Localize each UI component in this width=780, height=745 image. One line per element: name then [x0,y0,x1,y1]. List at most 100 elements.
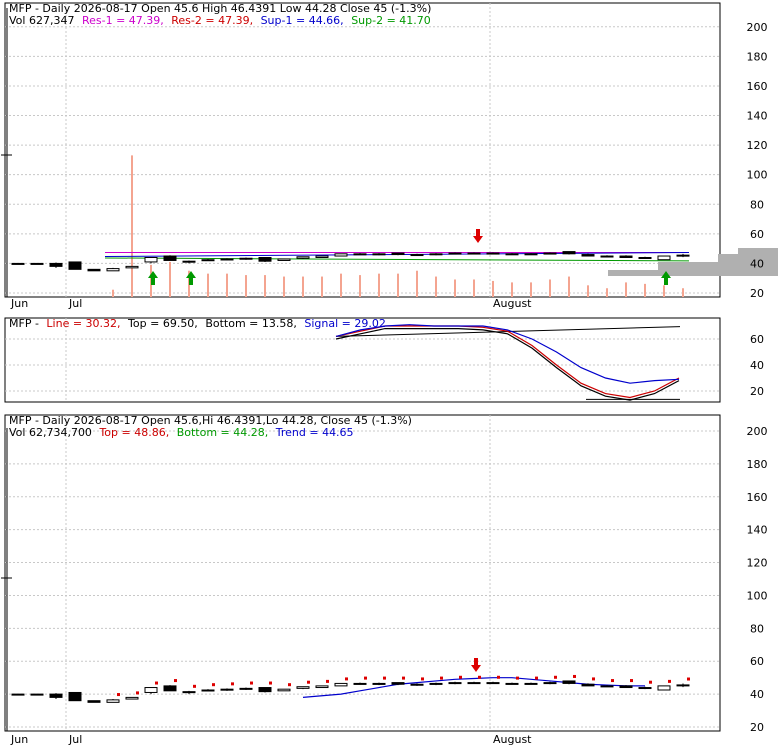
candle-up [106,268,120,272]
trend-marker [383,676,386,680]
candle-down [49,262,63,267]
candle-up [505,253,519,256]
trend-header-line2: Vol 62,734,700 Top = 48.86, Bottom = 44.… [9,426,354,439]
candle-up [429,253,443,256]
trend-candles [11,680,690,703]
trend-marker [573,674,576,678]
candle-up [448,252,462,255]
trend-tick-label: 80 [750,622,764,635]
osc-top-label: Top = 69.50, [127,317,198,330]
candle-down [543,252,557,255]
candle-up [106,699,120,703]
candle-up [315,685,329,689]
down-arrow [471,658,481,672]
candle-up [30,262,44,265]
trend-marker [440,676,443,680]
volume-bar [606,288,608,297]
candle-down [543,682,557,685]
candle-down [562,680,576,684]
trend-marker [687,677,690,681]
trend-marker [326,679,329,683]
volume-bar [112,289,114,297]
candle-up [524,682,538,685]
candle-up [505,682,519,685]
trend-marker [497,675,500,679]
volume-bar [549,279,551,297]
x-axis-labels: Jun Jun Jul Jul August August [10,297,532,745]
candle-down [163,685,177,692]
trend-tick-label: 60 [750,655,764,668]
trend-tick-label: 40 [750,688,764,701]
volume-bar [359,275,361,297]
price-grid [1,3,720,731]
trend-marker [155,681,158,685]
volume-bar [207,273,209,297]
trend-marker [421,677,424,681]
candle-up [239,257,253,260]
candle-up [467,682,481,685]
candle-down [391,682,405,685]
candle-up [144,687,158,693]
trend-marker [231,682,234,686]
candle-up [182,260,196,263]
candle-up [448,682,462,685]
price-tick-label: 160 [747,80,768,93]
volume-bar [283,276,285,297]
volume-bar [245,275,247,297]
volume-bar [473,279,475,297]
volume-bar [454,279,456,297]
osc-ticker: MFP - [9,317,39,330]
volume-bar [131,155,133,297]
trend-marker [630,679,633,683]
x-label: Jul [68,733,82,745]
res2-label: Res-2 = 47.39, [171,14,253,27]
trend-marker [611,679,614,683]
volume-bar [511,282,513,297]
volume-bar [644,283,646,297]
price-tick-label: 100 [747,169,768,182]
candle-down [68,691,82,702]
candle-down [638,257,652,260]
volume-bar [568,276,570,297]
candle-up [486,252,500,255]
up-arrow [148,271,158,285]
osc-tick-label: 60 [750,333,764,346]
trend-marker [592,677,595,681]
oscillator-grid [5,338,720,392]
candle-down [220,258,234,261]
trend-marker [364,676,367,680]
candle-up [144,257,158,263]
osc-tick-label: 20 [750,385,764,398]
candle-down [258,687,272,693]
candle-up [11,693,25,696]
candle-down [562,251,576,255]
x-label: Jun [10,733,28,745]
candle-down [163,255,177,261]
price-tick-label: 200 [747,21,768,34]
candle-down [638,687,652,690]
volume-bar [682,288,684,297]
price-tick-label: 140 [747,110,768,123]
trend-marker [174,679,177,683]
down-arrow [473,229,483,243]
candle-down [49,693,63,698]
price-tick-label: 180 [747,50,768,63]
trend-marker [516,676,519,680]
candle-down [87,700,101,703]
trend-trend-label: Trend = 44.65 [275,426,354,439]
sup1-label: Sup-1 = 44.66, [261,14,344,27]
price-header-line2: Vol 627,347 Res-1 = 47.39, Res-2 = 47.39… [9,14,431,27]
osc-line-label: Line = 30.32, [46,317,120,330]
price-tick-label: 80 [750,198,764,211]
candle-down [600,685,614,688]
trend-tick-label: 160 [747,491,768,504]
volume-bar [663,285,665,297]
candle-up [11,262,25,265]
x-label: August [493,733,532,745]
candle-up [182,691,196,694]
candle-down [600,255,614,258]
x-label: August [493,297,532,310]
trend-tick-label: 180 [747,458,768,471]
candle-down [581,254,595,257]
trend-marker [345,677,348,681]
